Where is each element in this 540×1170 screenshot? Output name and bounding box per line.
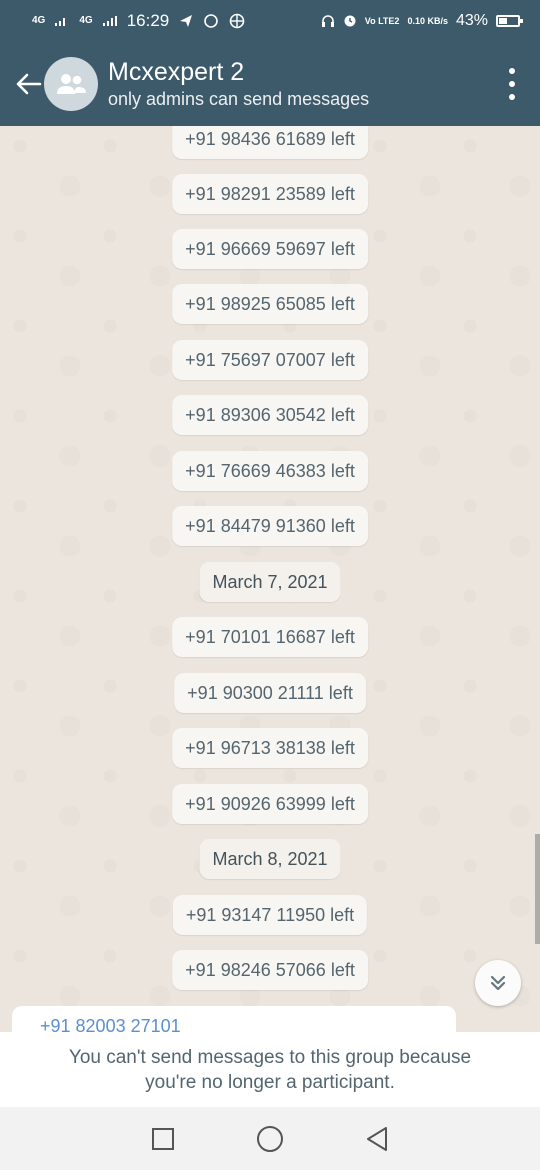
signal-icon <box>102 16 117 26</box>
notice-line-1: You can't send messages to this group be… <box>68 1047 472 1068</box>
system-message: +91 96669 59697 left <box>172 229 368 269</box>
group-avatar-icon <box>57 74 86 94</box>
message-list[interactable]: +91 98436 61689 left +91 98291 23589 lef… <box>0 126 540 1032</box>
system-message: +91 70101 16687 left <box>172 617 368 657</box>
arrow-left-icon <box>16 73 42 95</box>
battery-percent: 43% <box>455 12 488 29</box>
incoming-message-bubble[interactable]: +91 82003 27101 <box>12 1006 456 1032</box>
date-separator: March 7, 2021 <box>199 562 341 602</box>
system-message: +91 89306 30542 left <box>172 395 368 435</box>
home-circle-icon <box>256 1125 283 1152</box>
more-vert-icon[interactable] <box>502 68 522 100</box>
whatsapp-icon <box>204 14 219 28</box>
group-avatar[interactable] <box>44 57 98 111</box>
scroll-to-bottom-button[interactable] <box>475 960 521 1006</box>
battery-icon <box>496 15 523 27</box>
signal-icon <box>55 18 66 26</box>
clock: 16:29 <box>126 11 170 30</box>
network-indicator-2: 4G <box>79 15 93 26</box>
nav-back-button[interactable] <box>357 1119 397 1159</box>
system-message: +91 84479 91360 left <box>172 506 368 546</box>
back-triangle-icon <box>366 1126 387 1151</box>
send-icon <box>180 15 193 27</box>
chat-subtitle: only admins can send messages <box>108 89 370 109</box>
non-participant-notice: You can't send messages to this group be… <box>0 1032 540 1107</box>
system-message: +91 96713 38138 left <box>172 728 368 768</box>
message-sender[interactable]: +91 82003 27101 <box>40 1016 181 1032</box>
recents-square-icon <box>152 1127 175 1150</box>
system-message: +91 75697 07007 left <box>172 340 368 380</box>
recents-button[interactable] <box>143 1119 183 1159</box>
system-message: +91 98436 61689 left <box>172 126 368 159</box>
chat-header: Mcxexpert 2 only admins can send message… <box>0 42 540 126</box>
notice-line-2: you're no longer a participant. <box>145 1072 395 1093</box>
date-separator: March 8, 2021 <box>199 839 341 879</box>
system-message: +91 90926 63999 left <box>172 784 368 824</box>
home-button[interactable] <box>250 1119 290 1159</box>
chat-title: Mcxexpert 2 <box>108 58 245 86</box>
double-chevron-down-icon <box>490 975 506 991</box>
system-message: +91 98246 57066 left <box>172 950 368 990</box>
system-message: +91 76669 46383 left <box>172 451 368 491</box>
chat-title-block[interactable]: Mcxexpert 2 only admins can send message… <box>108 57 369 111</box>
scrollbar[interactable] <box>535 834 540 944</box>
globe-icon <box>229 13 245 29</box>
system-message: +91 93147 11950 left <box>172 895 368 935</box>
system-message: +91 98925 65085 left <box>172 284 368 324</box>
alarm-icon <box>344 15 356 27</box>
status-bar: 4G 4G 16:29 Vo LTE2 0.10 KB/s 43% <box>0 0 540 42</box>
system-message: +91 98291 23589 left <box>172 174 368 214</box>
headset-icon <box>321 15 334 27</box>
network-speed: 0.10 KB/s <box>407 15 448 26</box>
volte-indicator: Vo LTE2 <box>364 15 400 26</box>
network-indicator-1: 4G <box>32 15 46 26</box>
system-nav-bar <box>0 1107 540 1170</box>
system-message: +91 90300 21111 left <box>174 673 366 713</box>
